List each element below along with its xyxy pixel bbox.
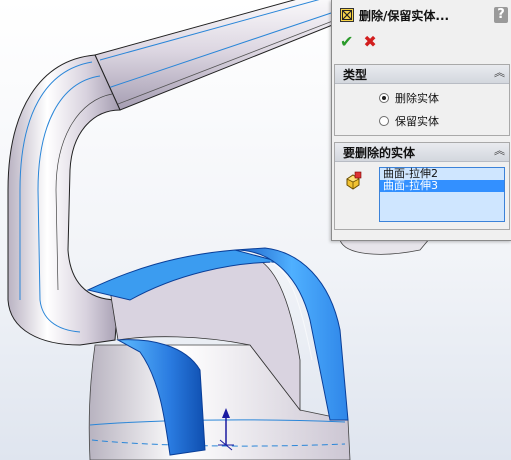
collapse-icon[interactable]: ︽ xyxy=(494,145,505,157)
radio-button[interactable] xyxy=(379,116,389,126)
radio-delete-bodies[interactable]: 删除实体 xyxy=(379,90,439,106)
radio-label: 删除实体 xyxy=(395,92,439,105)
property-manager-panel: 删除/保留实体... ? ✔ ✖ 类型 ︽ 删除实体 保留实体 要删除的实体 ︽ xyxy=(331,0,511,241)
panel-title: 删除/保留实体... xyxy=(359,8,450,23)
list-item[interactable]: 曲面-拉伸3 xyxy=(380,180,504,192)
bodies-listbox[interactable]: 曲面-拉伸2 曲面-拉伸3 xyxy=(379,167,505,222)
panel-titlebar: 删除/保留实体... ? xyxy=(332,4,511,26)
radio-button-selected[interactable] xyxy=(379,93,389,103)
type-section-title: 类型 xyxy=(343,67,368,82)
collapse-icon[interactable]: ︽ xyxy=(494,67,505,79)
radio-keep-bodies[interactable]: 保留实体 xyxy=(379,113,439,129)
bodies-section-header[interactable]: 要删除的实体 ︽ xyxy=(335,143,509,162)
handle-curved-tube xyxy=(7,54,121,346)
type-section-header[interactable]: 类型 ︽ xyxy=(335,65,509,84)
ok-cancel-bar: ✔ ✖ xyxy=(340,32,377,51)
handle-top-arm xyxy=(94,0,346,111)
help-icon[interactable]: ? xyxy=(494,7,508,23)
type-section: 类型 ︽ 删除实体 保留实体 xyxy=(334,64,510,136)
delete-body-icon xyxy=(340,8,354,22)
base-body xyxy=(88,344,351,460)
solid-body-icon xyxy=(346,171,362,190)
bodies-section: 要删除的实体 ︽ 曲面-拉伸2 曲面-拉伸3 xyxy=(334,142,510,230)
close-icon[interactable]: ✖ xyxy=(363,32,376,51)
radio-label: 保留实体 xyxy=(395,115,439,128)
check-icon[interactable]: ✔ xyxy=(340,32,353,51)
bodies-section-title: 要删除的实体 xyxy=(343,145,416,160)
